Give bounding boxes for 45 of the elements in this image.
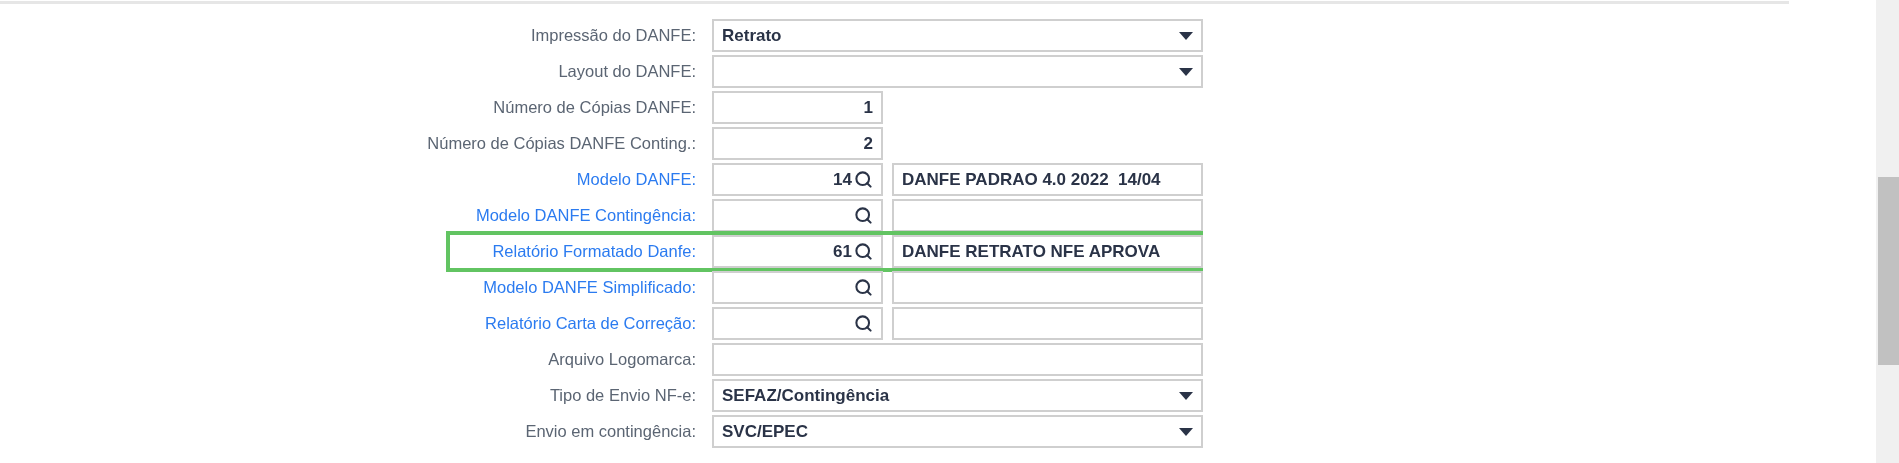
description-field[interactable] bbox=[892, 307, 1203, 340]
description-field[interactable] bbox=[892, 271, 1203, 304]
field-link[interactable]: Relatório Carta de Correção: bbox=[406, 314, 696, 333]
field-label: Layout do DANFE: bbox=[557, 62, 696, 81]
field-label: Envio em contingência: bbox=[524, 422, 696, 441]
select-field[interactable]: Retrato bbox=[712, 19, 1203, 52]
code-value: 61 bbox=[833, 241, 852, 262]
field-label: Arquivo Logomarca: bbox=[547, 350, 696, 369]
code-field[interactable]: 61 bbox=[712, 235, 883, 268]
select-value: SVC/EPEC bbox=[722, 421, 808, 442]
field-label: Número de Cópias DANFE: bbox=[492, 98, 696, 117]
search-icon[interactable] bbox=[854, 278, 873, 297]
code-field[interactable]: 14 bbox=[712, 163, 883, 196]
description-field[interactable]: DANFE PADRAO 4.0 2022 14/04 bbox=[892, 163, 1203, 196]
code-field[interactable] bbox=[712, 307, 883, 340]
select-field[interactable] bbox=[712, 55, 1203, 88]
field-label: Número de Cópias DANFE Conting.: bbox=[426, 134, 696, 153]
select-value: Retrato bbox=[722, 25, 782, 46]
dropdown-caret-icon bbox=[1179, 427, 1193, 436]
scrollbar-thumb[interactable] bbox=[1878, 177, 1899, 365]
dropdown-caret-icon bbox=[1179, 391, 1193, 400]
search-icon[interactable] bbox=[854, 242, 873, 261]
field-link[interactable]: Modelo DANFE Contingência: bbox=[406, 206, 696, 225]
input-field[interactable] bbox=[712, 343, 1203, 376]
dropdown-caret-icon bbox=[1179, 67, 1193, 76]
field-link[interactable]: Modelo DANFE Simplificado: bbox=[406, 278, 696, 297]
code-field[interactable] bbox=[712, 199, 883, 232]
code-value: 14 bbox=[833, 169, 852, 190]
search-icon[interactable] bbox=[854, 206, 873, 225]
field-link[interactable]: Relatório Formatado Danfe: bbox=[406, 242, 696, 261]
search-icon[interactable] bbox=[854, 314, 873, 333]
number-field[interactable]: 1 bbox=[712, 91, 883, 124]
field-label: Impressão do DANFE: bbox=[529, 26, 696, 45]
select-field[interactable]: SVC/EPEC bbox=[712, 415, 1203, 448]
field-label: Tipo de Envio NF-e: bbox=[548, 386, 696, 405]
field-link[interactable]: Modelo DANFE: bbox=[406, 170, 696, 189]
description-field[interactable]: DANFE RETRATO NFE APROVA bbox=[892, 235, 1203, 268]
number-field[interactable]: 2 bbox=[712, 127, 883, 160]
scrollbar[interactable] bbox=[1876, 0, 1899, 463]
search-icon[interactable] bbox=[854, 170, 873, 189]
description-field[interactable] bbox=[892, 199, 1203, 232]
code-field[interactable] bbox=[712, 271, 883, 304]
select-value: SEFAZ/Contingência bbox=[722, 385, 890, 406]
select-field[interactable]: SEFAZ/Contingência bbox=[712, 379, 1203, 412]
dropdown-caret-icon bbox=[1179, 31, 1193, 40]
